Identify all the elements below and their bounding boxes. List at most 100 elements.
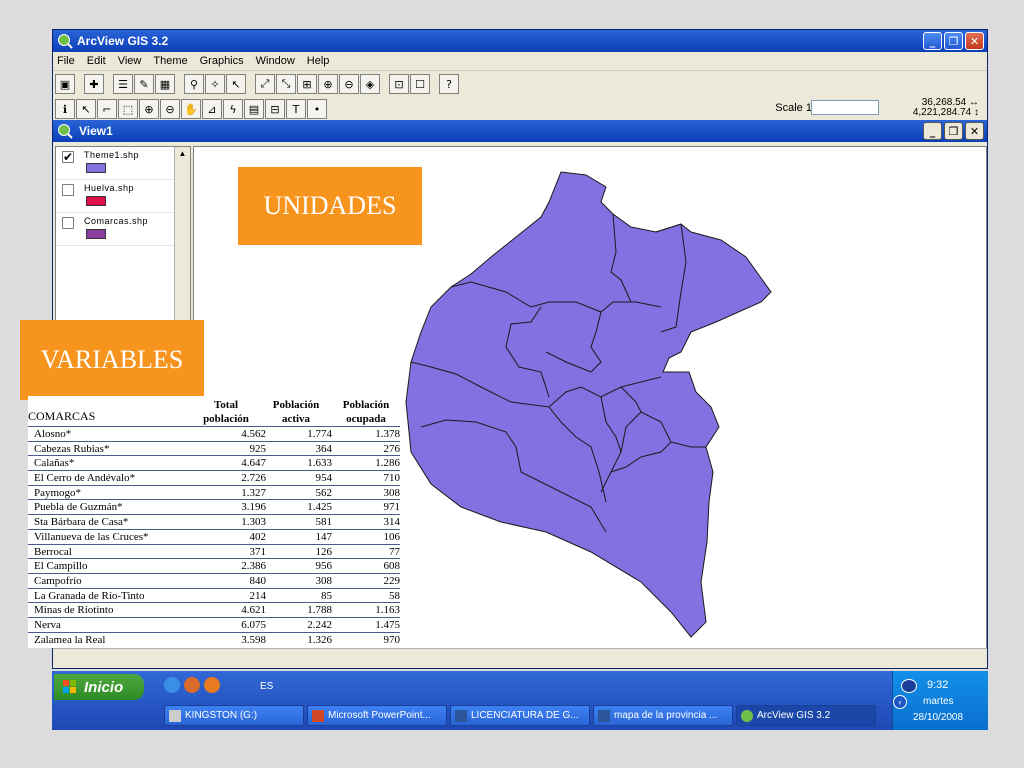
zoom-in-fixed-icon[interactable]: ⊕	[318, 74, 338, 94]
add-theme-icon[interactable]: ✚	[84, 74, 104, 94]
view-close-button[interactable]: ✕	[965, 122, 984, 140]
query-builder-icon[interactable]: ↖	[226, 74, 246, 94]
menu-theme[interactable]: Theme	[153, 55, 187, 67]
vertex-edit-icon[interactable]: ⌐	[97, 99, 117, 119]
theme-visibility-checkbox[interactable]: ✔	[62, 151, 74, 163]
zoom-selected-icon[interactable]: ⊞	[297, 74, 317, 94]
zoom-full-extent-icon[interactable]: ⤢	[255, 74, 275, 94]
table-cell: 1.326	[307, 633, 332, 646]
media-player-icon[interactable]	[184, 677, 200, 693]
table-cell: 2.242	[307, 618, 332, 631]
table-cell: 1.378	[375, 428, 400, 440]
table-cell: 608	[383, 560, 401, 573]
table-cell: 6.075	[241, 618, 266, 631]
table-cell: 308	[383, 486, 401, 499]
task-label: Microsoft PowerPoint...	[328, 710, 431, 721]
theme-visibility-checkbox[interactable]	[62, 217, 74, 229]
close-button[interactable]: ✕	[965, 32, 984, 50]
button-bar: ▣ ✚ ☰ ✎ ▦ ⚲ ✧ ↖ ⤢ ⤡ ⊞ ⊕ ⊖ ◈ ⊡ ☐ ?	[55, 72, 985, 96]
task-arcview[interactable]: ArcView GIS 3.2	[736, 705, 876, 726]
comarca-name: Minas de Riotinto	[34, 604, 114, 617]
theme-visibility-checkbox[interactable]	[62, 184, 74, 196]
select-feature-icon[interactable]: ⬚	[118, 99, 138, 119]
firefox-icon[interactable]	[204, 677, 220, 693]
comarcas-header: COMARCAS	[28, 409, 96, 423]
zoom-out-fixed-icon[interactable]: ⊖	[339, 74, 359, 94]
comarca-name: Puebla de Guzmán*	[34, 501, 123, 514]
pan-hand-icon[interactable]: ✋	[181, 99, 201, 119]
internet-explorer-icon[interactable]	[164, 677, 180, 693]
theme-entry[interactable]: ✔ Theme1.shp	[56, 147, 190, 180]
measure-icon[interactable]: ⊿	[202, 99, 222, 119]
help-icon[interactable]: ?	[439, 74, 459, 94]
find-icon[interactable]: ⚲	[184, 74, 204, 94]
pointer-icon[interactable]: ↖	[76, 99, 96, 119]
poblacion-activa-header: Población activa	[272, 399, 320, 425]
clock-date: 28/10/2008	[913, 712, 964, 723]
zoom-previous-icon[interactable]: ◈	[360, 74, 380, 94]
restore-button[interactable]: ❐	[944, 32, 963, 50]
hotlink-icon[interactable]: ϟ	[223, 99, 243, 119]
table-cell: 956	[315, 560, 333, 573]
view-restore-button[interactable]: ❐	[944, 122, 963, 140]
identify-icon[interactable]: ℹ	[55, 99, 75, 119]
task-list: KINGSTON (G:) Microsoft PowerPoint... LI…	[164, 705, 876, 726]
menu-view[interactable]: View	[118, 55, 142, 67]
theme-swatch	[86, 196, 106, 206]
menu-file[interactable]: File	[57, 55, 75, 67]
table-row: Sta Bárbara de Casa* 1.303 581 314	[28, 514, 400, 529]
start-button[interactable]: Inicio	[54, 674, 144, 700]
edit-legend-icon[interactable]: ✎	[134, 74, 154, 94]
province-outline	[405, 171, 772, 638]
menu-help[interactable]: Help	[307, 55, 330, 67]
open-table-icon[interactable]: ▦	[155, 74, 175, 94]
scroll-up-icon[interactable]: ▲	[175, 147, 190, 161]
minimize-button[interactable]: _	[923, 32, 942, 50]
language-indicator[interactable]: ES	[260, 681, 273, 692]
label-icon[interactable]: ⊟	[265, 99, 285, 119]
comarca-name: Calañas*	[34, 457, 75, 470]
table-row: Puebla de Guzmán* 3.196 1.425 971	[28, 499, 400, 514]
task-licenciatura[interactable]: LICENCIATURA DE G...	[450, 705, 590, 726]
menu-window[interactable]: Window	[256, 55, 295, 67]
table-cell: 1.788	[307, 604, 332, 617]
table-row: Nerva 6.075 2.242 1.475	[28, 616, 400, 632]
table-cell: 106	[383, 530, 401, 543]
area-of-interest-icon[interactable]: ▤	[244, 99, 264, 119]
locate-address-icon[interactable]: ✧	[205, 74, 225, 94]
view-titlebar[interactable]: View1 _ ❐ ✕	[53, 120, 987, 142]
task-mapa[interactable]: mapa de la provincia ...	[593, 705, 733, 726]
clear-selected-icon[interactable]: ☐	[410, 74, 430, 94]
menu-graphics[interactable]: Graphics	[200, 55, 244, 67]
task-label: LICENCIATURA DE G...	[471, 710, 579, 721]
table-cell: 85	[321, 589, 332, 602]
word-icon	[455, 709, 467, 722]
table-cell: 970	[383, 633, 401, 646]
task-powerpoint[interactable]: Microsoft PowerPoint...	[307, 705, 447, 726]
table-cell: 229	[383, 574, 401, 587]
zoom-active-themes-icon[interactable]: ⤡	[276, 74, 296, 94]
app-title: ArcView GIS 3.2	[77, 34, 169, 48]
network-icon[interactable]	[901, 679, 917, 693]
app-titlebar[interactable]: ArcView GIS 3.2 _ ❐ ✕	[53, 30, 987, 52]
scale-input[interactable]	[811, 100, 879, 115]
menu-edit[interactable]: Edit	[87, 55, 106, 67]
table-cell: 562	[315, 486, 333, 499]
powerpoint-icon	[312, 709, 324, 722]
theme-entry[interactable]: Comarcas.shp	[56, 213, 190, 246]
chevron-left-icon[interactable]: ‹	[893, 695, 907, 709]
table-row: El Campillo 2.386 956 608	[28, 558, 400, 573]
table-row: Cabezas Rubias* 925 364 276	[28, 440, 400, 456]
draw-point-icon[interactable]: •	[307, 99, 327, 119]
theme-properties-icon[interactable]: ☰	[113, 74, 133, 94]
zoom-in-icon[interactable]: ⊕	[139, 99, 159, 119]
view-minimize-button[interactable]: _	[923, 122, 942, 140]
theme-entry[interactable]: Huelva.shp	[56, 180, 190, 213]
save-project-icon[interactable]: ▣	[55, 74, 75, 94]
text-icon[interactable]: T	[286, 99, 306, 119]
task-kingston[interactable]: KINGSTON (G:)	[164, 705, 304, 726]
zoom-out-icon[interactable]: ⊖	[160, 99, 180, 119]
select-graphics-icon[interactable]: ⊡	[389, 74, 409, 94]
comarca-name: Villanueva de las Cruces*	[34, 530, 149, 543]
table-row: La Granada de Río-Tinto 214 85 58	[28, 587, 400, 603]
